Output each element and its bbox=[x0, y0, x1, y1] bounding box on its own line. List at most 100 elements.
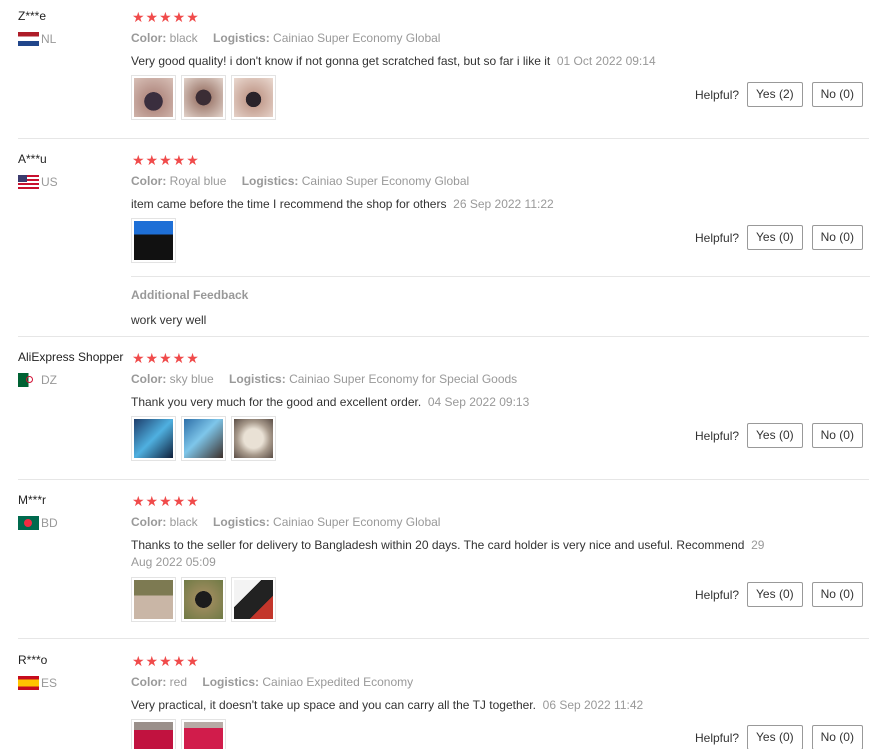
review-divider bbox=[18, 336, 869, 337]
helpful-label: Helpful? bbox=[695, 730, 740, 745]
logistics-value: Cainiao Super Economy Global bbox=[273, 31, 441, 45]
algeria-flag-icon bbox=[18, 373, 39, 387]
review-date: 06 Sep 2022 11:42 bbox=[542, 698, 644, 712]
logistics-label: Logistics: bbox=[229, 372, 286, 386]
netherlands-flag-icon bbox=[18, 32, 39, 46]
review-meta: Color: black Logistics: Cainiao Super Ec… bbox=[131, 31, 440, 45]
review-body: item came before the time I recommend th… bbox=[131, 197, 447, 211]
color-label: Color: bbox=[131, 372, 167, 386]
review-item: M***r BD ★★★★★ Color: black Logistics: C… bbox=[18, 493, 870, 628]
color-label: Color: bbox=[131, 515, 167, 529]
review-text: Very practical, it doesn't take up space… bbox=[131, 697, 781, 714]
color-value: black bbox=[169, 515, 198, 529]
review-meta: Color: Royal blue Logistics: Cainiao Sup… bbox=[131, 174, 469, 188]
review-item: A***u US ★★★★★ Color: Royal blue Logisti… bbox=[18, 152, 870, 332]
helpful-yes-button[interactable]: Yes (2) bbox=[747, 82, 803, 107]
review-photo[interactable] bbox=[231, 577, 276, 622]
review-photo[interactable] bbox=[181, 719, 226, 749]
additional-feedback-text: work very well bbox=[131, 313, 207, 327]
helpful-section: Helpful? Yes (2) No (0) bbox=[695, 82, 863, 107]
review-meta: Color: red Logistics: Cainiao Expedited … bbox=[131, 675, 413, 689]
review-photos bbox=[131, 719, 226, 749]
review-meta: Color: sky blue Logistics: Cainiao Super… bbox=[131, 372, 517, 386]
review-photo[interactable] bbox=[181, 416, 226, 461]
review-photo[interactable] bbox=[231, 75, 276, 120]
review-photo[interactable] bbox=[231, 416, 276, 461]
color-label: Color: bbox=[131, 174, 167, 188]
review-date: 04 Sep 2022 09:13 bbox=[427, 395, 530, 409]
review-photo[interactable] bbox=[131, 577, 176, 622]
review-photo[interactable] bbox=[131, 719, 176, 749]
helpful-no-button[interactable]: No (0) bbox=[811, 423, 863, 448]
helpful-yes-button[interactable]: Yes (0) bbox=[747, 423, 803, 448]
review-body: Very practical, it doesn't take up space… bbox=[131, 698, 536, 712]
logistics-label: Logistics: bbox=[213, 515, 270, 529]
star-rating: ★★★★★ bbox=[132, 9, 200, 25]
reviewer-name: M***r bbox=[18, 493, 47, 507]
review-photo[interactable] bbox=[181, 577, 226, 622]
review-body: Very good quality! i don't know if not g… bbox=[131, 54, 551, 68]
review-text: item came before the time I recommend th… bbox=[131, 196, 781, 213]
country-code: US bbox=[41, 175, 58, 189]
reviewer-name: R***o bbox=[18, 653, 48, 667]
helpful-no-button[interactable]: No (0) bbox=[811, 582, 863, 607]
reviewer-country: NL bbox=[18, 32, 56, 46]
review-date: 26 Sep 2022 11:22 bbox=[453, 197, 554, 211]
helpful-section: Helpful? Yes (0) No (0) bbox=[695, 725, 863, 749]
helpful-yes-button[interactable]: Yes (0) bbox=[747, 225, 803, 250]
helpful-label: Helpful? bbox=[695, 587, 740, 602]
review-photos bbox=[131, 416, 276, 461]
review-divider bbox=[18, 138, 869, 139]
logistics-value: Cainiao Expedited Economy bbox=[262, 675, 414, 689]
review-body: Thank you very much for the good and exc… bbox=[131, 395, 422, 409]
reviewer-country: ES bbox=[18, 676, 57, 690]
bangladesh-flag-icon bbox=[18, 516, 39, 530]
review-date: 01 Oct 2022 09:14 bbox=[556, 54, 656, 68]
country-code: DZ bbox=[41, 373, 57, 387]
helpful-section: Helpful? Yes (0) No (0) bbox=[695, 225, 863, 250]
review-text: Thank you very much for the good and exc… bbox=[131, 394, 781, 411]
review-meta: Color: black Logistics: Cainiao Super Ec… bbox=[131, 515, 440, 529]
reviewer-name: AliExpress Shopper bbox=[18, 350, 124, 364]
color-value: sky blue bbox=[169, 372, 214, 386]
color-value: black bbox=[169, 31, 198, 45]
logistics-label: Logistics: bbox=[202, 675, 260, 689]
helpful-label: Helpful? bbox=[695, 428, 740, 443]
helpful-label: Helpful? bbox=[695, 230, 740, 245]
review-item: Z***e NL ★★★★★ Color: black Logistics: C… bbox=[18, 9, 870, 129]
helpful-yes-button[interactable]: Yes (0) bbox=[747, 725, 803, 749]
review-divider bbox=[18, 638, 869, 639]
review-photo[interactable] bbox=[131, 416, 176, 461]
star-rating: ★★★★★ bbox=[132, 653, 200, 669]
helpful-no-button[interactable]: No (0) bbox=[811, 225, 863, 250]
helpful-section: Helpful? Yes (0) No (0) bbox=[695, 582, 863, 607]
star-rating: ★★★★★ bbox=[132, 152, 200, 168]
logistics-value: Cainiao Super Economy for Special Goods bbox=[289, 372, 518, 386]
usa-flag-icon bbox=[18, 175, 39, 189]
review-photo[interactable] bbox=[131, 75, 176, 120]
helpful-no-button[interactable]: No (0) bbox=[811, 725, 863, 749]
review-photo[interactable] bbox=[181, 75, 226, 120]
country-code: ES bbox=[41, 676, 58, 690]
review-photo[interactable] bbox=[131, 218, 176, 263]
reviewer-name: Z***e bbox=[18, 9, 47, 23]
color-label: Color: bbox=[131, 675, 167, 689]
logistics-label: Logistics: bbox=[213, 31, 270, 45]
review-divider bbox=[18, 479, 869, 480]
country-code: NL bbox=[41, 32, 57, 46]
review-item: R***o ES ★★★★★ Color: red Logistics: Cai… bbox=[18, 653, 870, 749]
logistics-value: Cainiao Super Economy Global bbox=[301, 174, 470, 188]
review-text: Very good quality! i don't know if not g… bbox=[131, 53, 781, 70]
reviewer-name: A***u bbox=[18, 152, 47, 166]
spain-flag-icon bbox=[18, 676, 39, 690]
helpful-yes-button[interactable]: Yes (0) bbox=[747, 582, 803, 607]
star-rating: ★★★★★ bbox=[132, 493, 200, 509]
additional-feedback-title: Additional Feedback bbox=[131, 288, 249, 302]
reviewer-country: US bbox=[18, 175, 58, 189]
review-item: AliExpress Shopper DZ ★★★★★ Color: sky b… bbox=[18, 350, 870, 475]
color-label: Color: bbox=[131, 31, 167, 45]
review-photos bbox=[131, 218, 176, 263]
color-value: Royal blue bbox=[169, 174, 227, 188]
helpful-section: Helpful? Yes (0) No (0) bbox=[695, 423, 863, 448]
helpful-no-button[interactable]: No (0) bbox=[811, 82, 863, 107]
